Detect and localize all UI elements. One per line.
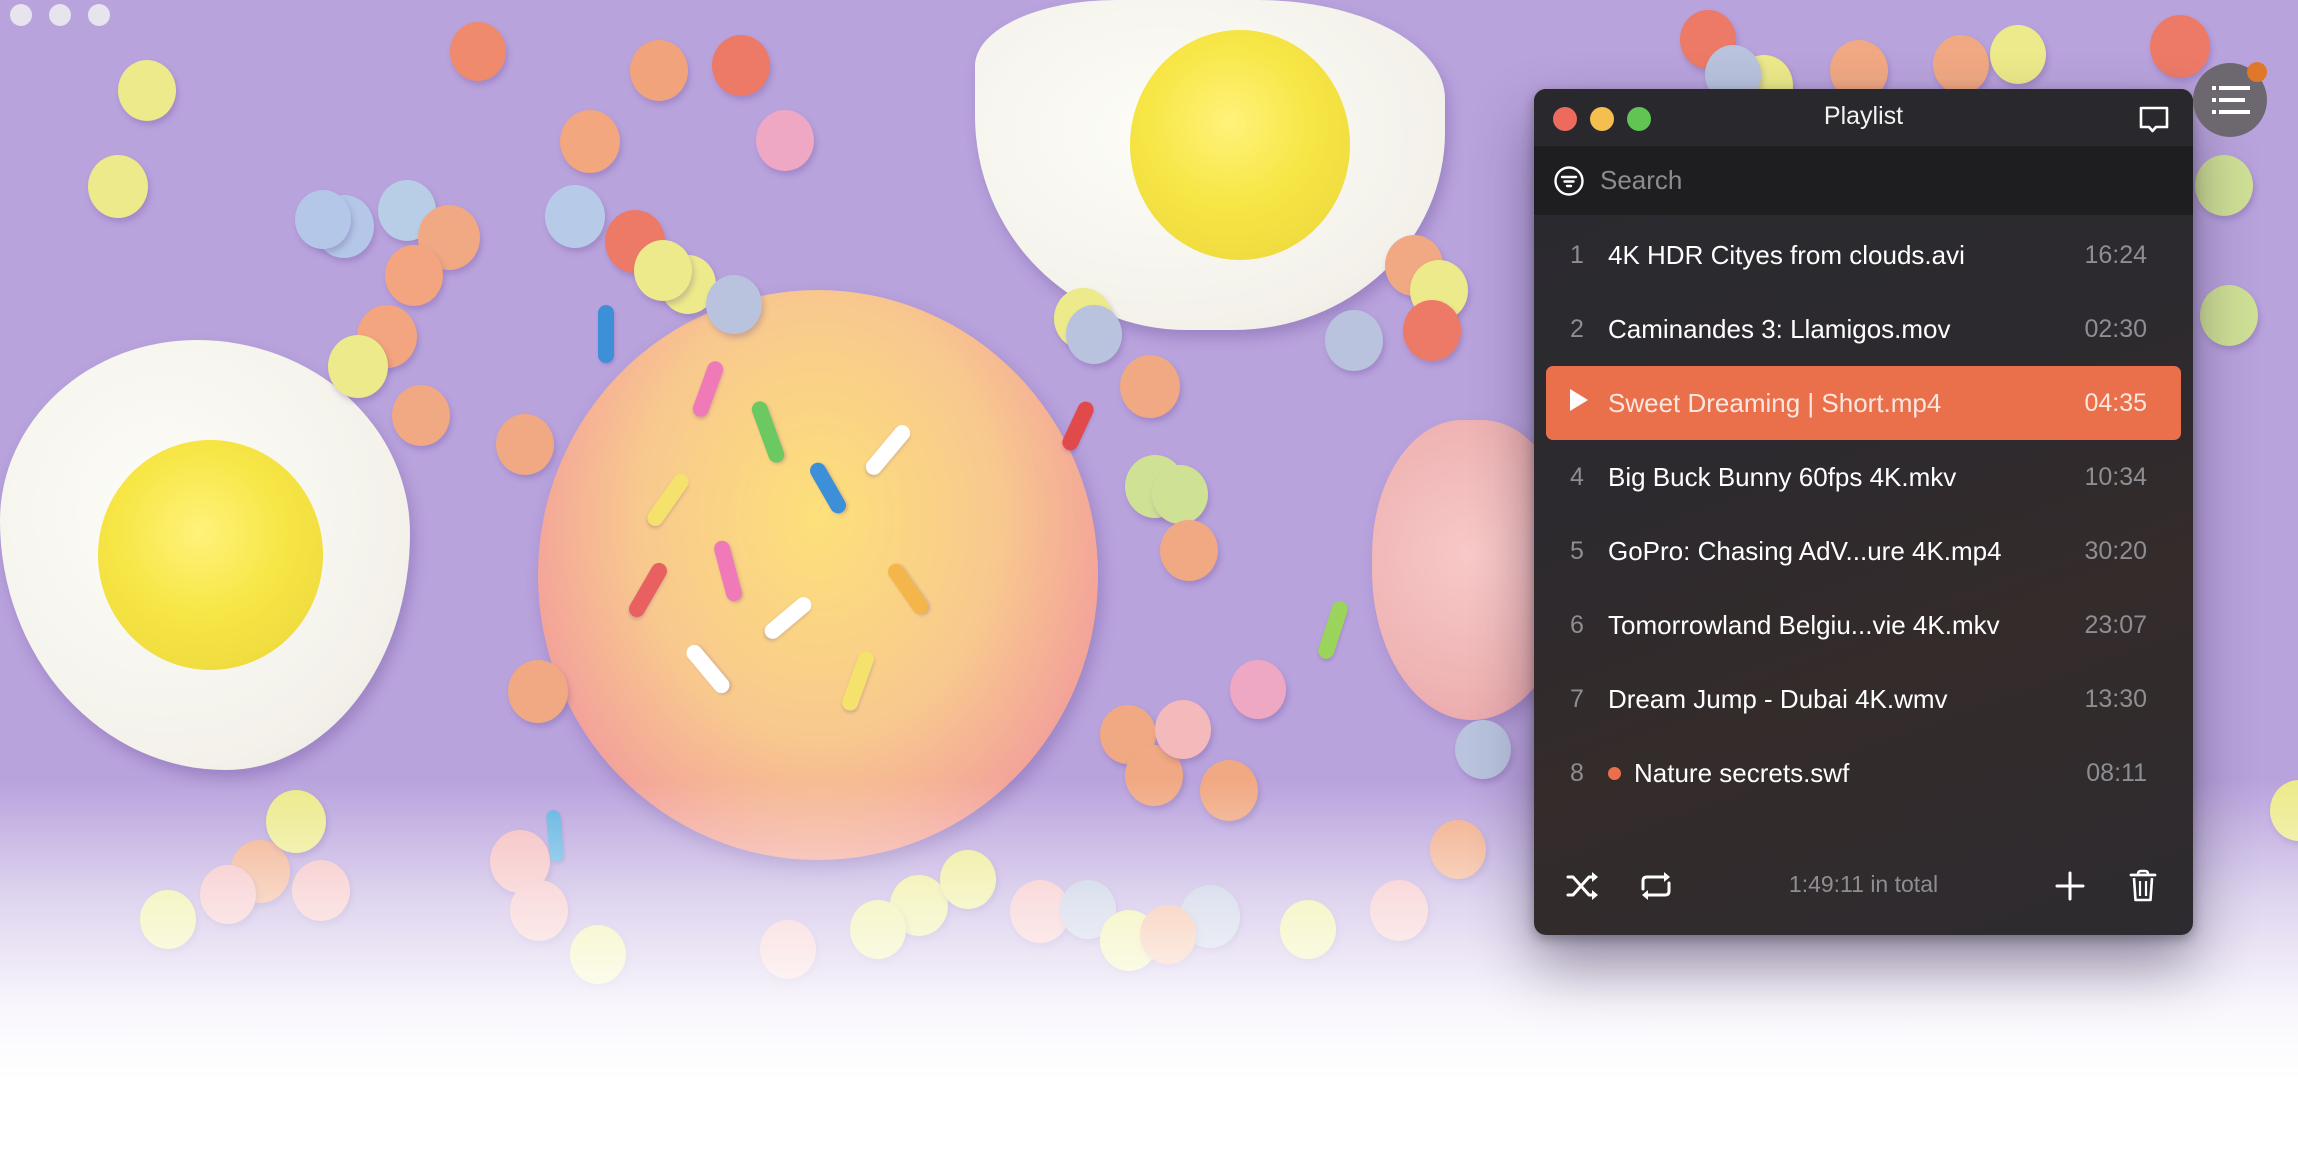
- item-duration: 02:30: [2084, 314, 2147, 343]
- subtitles-button[interactable]: [2137, 103, 2171, 137]
- confetti-candy: [450, 22, 506, 81]
- item-name-cell: Caminandes 3: Llamigos.mov: [1608, 314, 2047, 345]
- item-index: 8: [1570, 758, 1584, 787]
- item-name: Nature secrets.swf: [1634, 757, 1850, 788]
- item-name: Caminandes 3: Llamigos.mov: [1608, 313, 1951, 344]
- playlist-item-playing[interactable]: Sweet Dreaming | Short.mp4 04:35: [1546, 366, 2181, 440]
- item-name-cell: Dream Jump - Dubai 4K.wmv: [1608, 684, 2047, 715]
- confetti-candy: [328, 335, 388, 398]
- confetti-candy: [392, 385, 450, 446]
- search-input[interactable]: [1598, 154, 2193, 207]
- total-duration: 1:49:11 in total: [1788, 871, 1939, 897]
- item-name: 4K HDR Cityes from clouds.avi: [1608, 239, 1965, 270]
- playlist-item[interactable]: 6 Tomorrowland Belgiu...vie 4K.mkv 23:07: [1546, 588, 2181, 662]
- item-index: 7: [1570, 684, 1584, 713]
- item-index: 4: [1570, 462, 1584, 491]
- item-name: Tomorrowland Belgiu...vie 4K.mkv: [1608, 609, 2000, 640]
- confetti-candy: [1160, 520, 1218, 581]
- confetti-candy: [1990, 25, 2046, 84]
- item-duration: 13:30: [2084, 684, 2147, 713]
- sprinkle-candy: [1059, 399, 1097, 453]
- playlist-titlebar: Playlist: [1534, 89, 2193, 146]
- confetti-candy: [1152, 465, 1208, 524]
- egg-yolk: [1130, 30, 1350, 260]
- trash-icon[interactable]: [2124, 867, 2162, 905]
- item-name: Sweet Dreaming | Short.mp4: [1608, 387, 1942, 418]
- playlist-item[interactable]: 5 GoPro: Chasing AdV...ure 4K.mp4 30:20: [1546, 514, 2181, 588]
- playlist-panel: Playlist 14K HDR Cityes from clouds.avi1…: [1534, 89, 2193, 935]
- egg-yolk: [98, 440, 323, 670]
- window-controls: [10, 4, 110, 26]
- window-minimize-button[interactable]: [49, 4, 71, 26]
- sprinkle-candy: [1316, 598, 1350, 662]
- play-icon-cell: [1546, 388, 1608, 418]
- confetti-candy: [1066, 305, 1122, 364]
- item-name: Dream Jump - Dubai 4K.wmv: [1608, 683, 1948, 714]
- item-index: 1: [1570, 240, 1584, 269]
- item-name-cell: GoPro: Chasing AdV...ure 4K.mp4: [1608, 536, 2047, 567]
- desktop: Playlist 14K HDR Cityes from clouds.avi1…: [0, 0, 2298, 1164]
- confetti-candy: [1933, 35, 1989, 94]
- list-icon: [2212, 86, 2250, 114]
- confetti-candy: [1155, 700, 1211, 759]
- playlist-item[interactable]: 7 Dream Jump - Dubai 4K.wmv 13:30: [1546, 662, 2181, 736]
- confetti-candy: [88, 155, 148, 218]
- window-zoom-button[interactable]: [88, 4, 110, 26]
- item-name-cell: Tomorrowland Belgiu...vie 4K.mkv: [1608, 610, 2047, 641]
- filter-icon[interactable]: [1553, 165, 1585, 197]
- item-duration: 16:24: [2084, 240, 2147, 269]
- confetti-candy: [385, 245, 443, 306]
- playlist-footer: 1:49:11 in total: [1534, 839, 2193, 935]
- confetti-candy: [496, 414, 554, 475]
- item-name: GoPro: Chasing AdV...ure 4K.mp4: [1608, 535, 2002, 566]
- confetti-candy: [2195, 155, 2253, 216]
- playlist-item[interactable]: 1 4K HDR Cityes from clouds.avi 16:24: [1546, 218, 2181, 292]
- confetti-candy: [508, 660, 568, 723]
- confetti-candy: [712, 35, 770, 96]
- playlist-title: Playlist: [1823, 102, 1904, 130]
- item-duration: 10:34: [2084, 462, 2147, 491]
- play-icon: [1570, 388, 1588, 411]
- confetti-candy: [756, 110, 814, 171]
- search-bar: [1534, 146, 2193, 215]
- confetti-candy: [1455, 720, 1511, 779]
- item-duration: 04:35: [2084, 388, 2147, 417]
- confetti-candy: [1403, 300, 1461, 361]
- confetti-candy: [634, 240, 692, 301]
- playlist-item[interactable]: 4 Big Buck Bunny 60fps 4K.mkv 10:34: [1546, 440, 2181, 514]
- playlist-item[interactable]: 2 Caminandes 3: Llamigos.mov 02:30: [1546, 292, 2181, 366]
- chat-bubble-icon: [2139, 106, 2169, 133]
- confetti-candy: [1230, 660, 1286, 719]
- confetti-candy: [560, 110, 620, 173]
- confetti-candy: [545, 185, 605, 248]
- item-index: 2: [1570, 314, 1584, 343]
- confetti-candy: [706, 275, 762, 334]
- item-duration: 30:20: [2084, 536, 2147, 565]
- item-index: 6: [1570, 610, 1584, 639]
- confetti-candy: [295, 190, 351, 249]
- item-duration: 08:11: [2086, 758, 2147, 787]
- sprinkle-candy: [598, 305, 614, 363]
- window-close-button[interactable]: [10, 4, 32, 26]
- item-name-cell: Sweet Dreaming | Short.mp4: [1608, 388, 2047, 419]
- confetti-candy: [118, 60, 176, 121]
- confetti-candy: [2200, 285, 2258, 346]
- playlist-list: 1 4K HDR Cityes from clouds.avi 16:24 2 Cami…: [1534, 215, 2193, 810]
- plus-icon[interactable]: [2051, 867, 2089, 905]
- item-name-cell: 4K HDR Cityes from clouds.avi: [1608, 240, 2047, 271]
- playlist-item[interactable]: 8 Nature secrets.swf 08:11: [1546, 736, 2181, 810]
- candy-plate: [538, 290, 1098, 860]
- item-duration: 23:07: [2084, 610, 2147, 639]
- item-name-cell: Nature secrets.swf: [1608, 758, 2047, 789]
- unwatched-dot-icon: [1608, 766, 1621, 780]
- confetti-candy: [630, 40, 688, 101]
- item-index: 5: [1570, 536, 1584, 565]
- confetti-candy: [2150, 15, 2210, 78]
- item-name: Big Buck Bunny 60fps 4K.mkv: [1608, 461, 1957, 492]
- item-name-cell: Big Buck Bunny 60fps 4K.mkv: [1608, 462, 2047, 493]
- confetti-candy: [1120, 355, 1180, 418]
- notification-badge: [2247, 62, 2267, 82]
- confetti-candy: [1325, 310, 1383, 371]
